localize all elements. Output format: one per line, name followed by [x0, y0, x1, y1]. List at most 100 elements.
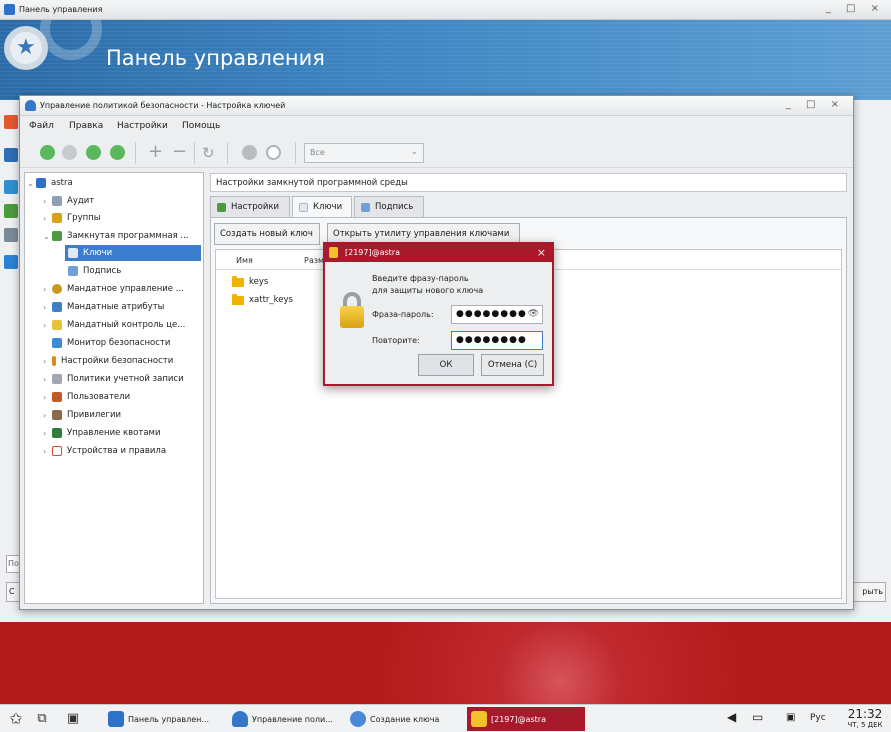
down-icon[interactable] — [110, 145, 125, 160]
chevron-right-icon[interactable]: › — [43, 393, 52, 402]
forward-icon[interactable] — [62, 145, 77, 160]
category-security-icon[interactable] — [4, 228, 18, 242]
category-strip — [0, 100, 20, 600]
window-controls[interactable]: _ □ × — [826, 3, 885, 14]
window-controls[interactable]: _ □ × — [786, 99, 845, 110]
repeat-passphrase-field[interactable]: ●●●●●●●● — [451, 331, 543, 350]
menubar: Файл Правка Настройки Помощь — [20, 117, 853, 135]
chevron-right-icon[interactable]: › — [43, 303, 52, 312]
tree-item-closed-env[interactable]: ⌄ Замкнутая программная ... — [43, 228, 189, 244]
network-icon[interactable]: ▭ — [752, 710, 763, 724]
chevron-right-icon[interactable]: › — [43, 214, 52, 223]
task-control-panel[interactable]: Панель управлен... — [104, 707, 214, 731]
tab-signature[interactable]: Подпись — [354, 196, 424, 218]
cancel-icon[interactable] — [266, 145, 281, 160]
back-icon[interactable] — [40, 145, 55, 160]
menu-help[interactable]: Помощь — [182, 121, 220, 131]
folder-icon — [232, 275, 244, 287]
chevron-down-icon[interactable]: ⌄ — [27, 179, 36, 188]
security-window-title: Управление политикой безопасности - Наст… — [40, 101, 286, 110]
tree-item-integrity-control[interactable]: › Мандатный контроль це... — [43, 317, 185, 333]
category-settings-icon[interactable] — [4, 255, 18, 269]
desktop-icon[interactable]: ▣ — [63, 709, 83, 729]
chevron-right-icon[interactable]: › — [43, 285, 52, 294]
category-network-icon[interactable] — [4, 180, 18, 194]
chevron-right-icon[interactable]: › — [43, 321, 52, 330]
category-users-icon[interactable] — [4, 148, 18, 162]
padlock-icon — [340, 292, 364, 328]
star-menu-icon[interactable]: ✩ — [6, 709, 26, 729]
category-apps-icon[interactable] — [4, 115, 18, 129]
dialog-titlebar[interactable]: [2197]@astra × — [325, 244, 552, 262]
tree-item-users[interactable]: › Пользователи — [43, 389, 130, 405]
key-icon — [68, 248, 78, 258]
column-size[interactable]: Разм — [304, 256, 324, 265]
clock[interactable]: 21:32 ЧТ, 5 ДЕК — [845, 708, 885, 730]
chevron-right-icon[interactable]: › — [43, 357, 52, 366]
add-icon[interactable]: + — [148, 141, 163, 162]
chevron-right-icon[interactable]: › — [43, 429, 52, 438]
passphrase-field[interactable]: ●●●●●●●● 👁 — [451, 305, 543, 324]
audit-icon — [52, 196, 62, 206]
filter-select[interactable]: Все ⌄ — [304, 143, 424, 163]
chevron-right-icon[interactable]: › — [43, 375, 52, 384]
lock-icon — [329, 247, 338, 258]
cancel-button[interactable]: Отмена (С) — [481, 354, 544, 376]
chevron-right-icon[interactable]: › — [43, 411, 52, 420]
eye-icon[interactable]: 👁 — [528, 309, 539, 319]
tree-item-privileges[interactable]: › Привилегии — [43, 407, 121, 423]
list-item[interactable]: xattr_keys — [232, 292, 293, 308]
tree-item-astra[interactable]: ⌄ astra — [27, 175, 73, 191]
volume-icon[interactable]: ◀ — [727, 710, 736, 724]
passphrase-label: Фраза-пароль: — [372, 310, 434, 319]
close-icon[interactable]: × — [537, 246, 546, 259]
folder-icon — [232, 293, 244, 305]
column-name[interactable]: Имя — [236, 256, 253, 265]
refresh-icon[interactable]: ↻ — [202, 144, 215, 162]
ok-button[interactable]: ОК — [418, 354, 474, 376]
up-icon[interactable] — [86, 145, 101, 160]
list-item[interactable]: keys — [232, 274, 268, 290]
task-security-policy[interactable]: Управление поли... — [228, 707, 338, 731]
task-passphrase-dialog[interactable]: [2197]@astra — [467, 707, 585, 731]
tab-settings[interactable]: Настройки — [210, 196, 290, 218]
tree-item-keys[interactable]: Ключи — [65, 245, 201, 261]
menu-edit[interactable]: Правка — [69, 121, 103, 131]
settings-tab-icon — [217, 203, 226, 212]
tab-keys[interactable]: Ключи — [292, 196, 352, 219]
apply-icon[interactable] — [242, 145, 257, 160]
tree-item-quota[interactable]: › Управление квотами — [43, 425, 160, 441]
tree-item-devices[interactable]: › Устройства и правила — [43, 443, 166, 459]
create-key-button[interactable]: Создать новый ключ — [214, 223, 320, 245]
security-settings-icon — [52, 356, 56, 366]
tree-item-monitor[interactable]: Монитор безопасности — [52, 335, 170, 351]
language-indicator[interactable]: Рус — [810, 713, 826, 723]
tree-item-groups[interactable]: › Группы — [43, 210, 100, 226]
tree-item-security-settings[interactable]: › Настройки безопасности — [43, 353, 173, 369]
remove-icon[interactable]: − — [172, 141, 187, 162]
signature-icon — [68, 266, 78, 276]
control-panel-titlebar[interactable]: Панель управления _ □ × — [0, 0, 891, 20]
privileges-icon — [52, 410, 62, 420]
tree-item-signature[interactable]: Подпись — [68, 263, 121, 279]
security-window-titlebar[interactable]: Управление политикой безопасности - Наст… — [20, 96, 853, 116]
chevron-down-icon[interactable]: ⌄ — [43, 232, 52, 241]
windows-icon[interactable]: ⧉ — [32, 709, 52, 729]
chevron-right-icon[interactable]: › — [43, 447, 52, 456]
tree-item-account-policy[interactable]: › Политики учетной записи — [43, 371, 184, 387]
control-panel-title: Панель управления — [19, 5, 103, 14]
key-creation-icon — [350, 711, 366, 727]
clock-date: ЧТ, 5 ДЕК — [847, 721, 883, 729]
menu-settings[interactable]: Настройки — [117, 121, 168, 131]
dialog-title: [2197]@astra — [345, 248, 400, 257]
category-hardware-icon[interactable] — [4, 204, 18, 218]
menu-file[interactable]: Файл — [29, 121, 54, 131]
tree-item-mandatory-control[interactable]: › Мандатное управление ... — [43, 281, 184, 297]
tree-item-audit[interactable]: › Аудит — [43, 193, 94, 209]
task-key-creation[interactable]: Создание ключа — [346, 707, 456, 731]
control-panel-banner: ★ Панель управления — [0, 20, 891, 100]
keyboard-indicator-icon[interactable]: ▣ — [786, 712, 795, 723]
lock-icon — [471, 711, 487, 727]
chevron-right-icon[interactable]: › — [43, 197, 52, 206]
tree-item-mandatory-attributes[interactable]: › Мандатные атрибуты — [43, 299, 164, 315]
